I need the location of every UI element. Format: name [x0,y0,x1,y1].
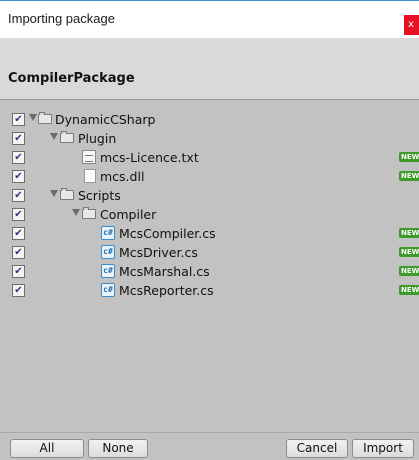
tree-row-mcs-licence: ✔ mcs-Licence.txt NEW [0,150,419,166]
checkbox[interactable]: ✔ [12,132,25,145]
tree-row-plugin: ✔ Plugin [0,131,419,147]
window-title: Importing package [8,11,115,26]
import-package-dialog: Importing package x CompilerPackage ✔ Dy… [0,0,419,460]
new-badge: NEW [399,171,419,181]
select-all-button[interactable]: All [10,439,84,458]
tree-row-scripts: ✔ Scripts [0,188,419,204]
tree-item-label: Compiler [100,207,157,222]
tree-item-label: mcs-Licence.txt [100,150,199,165]
text-file-icon [82,150,96,164]
tree-item-label: McsMarshal.cs [119,264,210,279]
checkbox[interactable]: ✔ [12,113,25,126]
dialog-footer: All None Cancel Import [0,432,419,460]
new-badge: NEW [399,247,419,257]
new-badge: NEW [399,228,419,238]
tree-item-label: McsCompiler.cs [119,226,216,241]
tree-item-label: McsDriver.cs [119,245,198,260]
tree-row-mcscompiler: ✔ c# McsCompiler.cs NEW [0,226,419,242]
csharp-file-icon: c# [101,283,115,297]
expand-arrow-icon[interactable] [29,114,37,121]
tree-row-dynamiccsharp: ✔ DynamicCSharp [0,112,419,128]
checkbox[interactable]: ✔ [12,265,25,278]
tree-row-mcsreporter: ✔ c# McsReporter.cs NEW [0,283,419,299]
csharp-file-icon: c# [101,264,115,278]
new-badge: NEW [399,266,419,276]
new-badge: NEW [399,285,419,295]
csharp-file-icon: c# [101,226,115,240]
folder-icon [60,188,74,200]
cancel-button[interactable]: Cancel [286,439,348,458]
folder-icon [38,112,52,124]
checkbox[interactable]: ✔ [12,284,25,297]
expand-arrow-icon[interactable] [50,133,58,140]
checkbox[interactable]: ✔ [12,189,25,202]
select-none-button[interactable]: None [88,439,148,458]
package-header: CompilerPackage [0,38,419,100]
folder-icon [82,207,96,219]
tree-row-mcsdriver: ✔ c# McsDriver.cs NEW [0,245,419,261]
package-file-tree: ✔ DynamicCSharp ✔ Plugin ✔ mcs-Licence.t… [0,112,419,432]
expand-arrow-icon[interactable] [50,190,58,197]
checkbox[interactable]: ✔ [12,151,25,164]
tree-item-label: Plugin [78,131,117,146]
checkbox[interactable]: ✔ [12,246,25,259]
tree-row-mcsmarshal: ✔ c# McsMarshal.cs NEW [0,264,419,280]
tree-item-label: Scripts [78,188,121,203]
tree-item-label: DynamicCSharp [55,112,156,127]
dll-file-icon [84,169,96,183]
close-button[interactable]: x [404,15,419,35]
tree-item-label: mcs.dll [100,169,145,184]
folder-icon [60,131,74,143]
new-badge: NEW [399,152,419,162]
checkbox[interactable]: ✔ [12,227,25,240]
expand-arrow-icon[interactable] [72,209,80,216]
csharp-file-icon: c# [101,245,115,259]
close-icon: x [408,19,414,30]
checkbox[interactable]: ✔ [12,170,25,183]
tree-row-compiler: ✔ Compiler [0,207,419,223]
tree-row-mcs-dll: ✔ mcs.dll NEW [0,169,419,185]
import-button[interactable]: Import [352,439,414,458]
tree-item-label: McsReporter.cs [119,283,214,298]
checkbox[interactable]: ✔ [12,208,25,221]
title-bar: Importing package x [0,0,419,38]
package-name: CompilerPackage [8,71,135,86]
